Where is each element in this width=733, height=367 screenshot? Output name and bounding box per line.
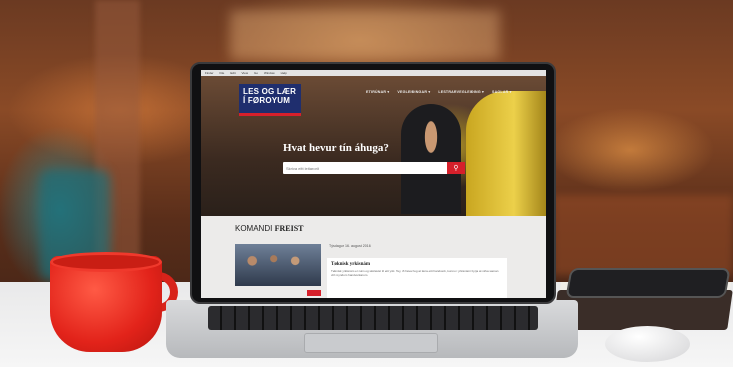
logo-line-1: LES OG LÆR: [243, 87, 297, 96]
section-title-part-2: FREIST: [274, 224, 304, 233]
menubar-item[interactable]: View: [242, 71, 248, 75]
yellow-machine: [466, 91, 546, 216]
search-bar: ⚲: [283, 162, 465, 174]
section-title-part-1: KOMANDI: [235, 224, 273, 233]
hero-title: Hvat hevur tín áhuga?: [283, 142, 389, 154]
search-input[interactable]: [283, 162, 447, 174]
window-light: [230, 10, 500, 60]
read-more-button[interactable]: [307, 290, 321, 296]
event-date: Týsdagur 16. august 2016: [329, 244, 371, 248]
computer-mouse: [605, 326, 690, 362]
main-nav: ETIRÚNAR ▾ VEGLEIÐINGAR ▾ LESTRARVEGLEIÐ…: [366, 90, 512, 94]
background-table: [553, 195, 733, 275]
menubar-item[interactable]: Help: [281, 71, 287, 75]
nav-item-1[interactable]: ETIRÚNAR ▾: [366, 90, 389, 94]
nav-item-3[interactable]: LESTRARVEGLEIÐING ▾: [438, 90, 484, 94]
laptop-keyboard: [208, 306, 538, 330]
event-image[interactable]: [235, 244, 321, 286]
search-icon: ⚲: [453, 165, 459, 172]
event-card[interactable]: Tøknisk yrkisnám Tøknisk yrkisnám er nám…: [327, 258, 507, 298]
site-logo[interactable]: LES OG LÆR Í FØROYUM: [239, 84, 301, 116]
smartphone: [565, 268, 731, 298]
laptop-screen: Finder File Edit View Go Window Help LES…: [201, 70, 546, 298]
logo-line-2: Í FØROYUM: [243, 96, 291, 105]
worker-figure: [401, 104, 461, 214]
section-title: KOMANDI FREIST: [235, 224, 303, 233]
nav-item-4[interactable]: SAGLAR ▾: [492, 90, 512, 94]
nav-item-2[interactable]: VEGLEIÐINGAR ▾: [397, 90, 430, 94]
event-title[interactable]: Tøknisk yrkisnám: [331, 262, 503, 267]
menubar-item[interactable]: File: [220, 71, 225, 75]
menubar-item[interactable]: Finder: [205, 71, 214, 75]
mug-rim: [50, 252, 162, 272]
search-button[interactable]: ⚲: [447, 162, 465, 174]
laptop-trackpad: [304, 333, 438, 353]
content-section: KOMANDI FREIST Týsdagur 16. august 2016 …: [201, 216, 546, 298]
menubar-item[interactable]: Window: [264, 71, 275, 75]
menubar-item[interactable]: Go: [254, 71, 258, 75]
hero-banner: LES OG LÆR Í FØROYUM ETIRÚNAR ▾ VEGLEIÐI…: [201, 76, 546, 216]
event-description: Tøknisk yrkisnám er nám og skúlavist til…: [331, 269, 499, 277]
menubar-item[interactable]: Edit: [230, 71, 235, 75]
